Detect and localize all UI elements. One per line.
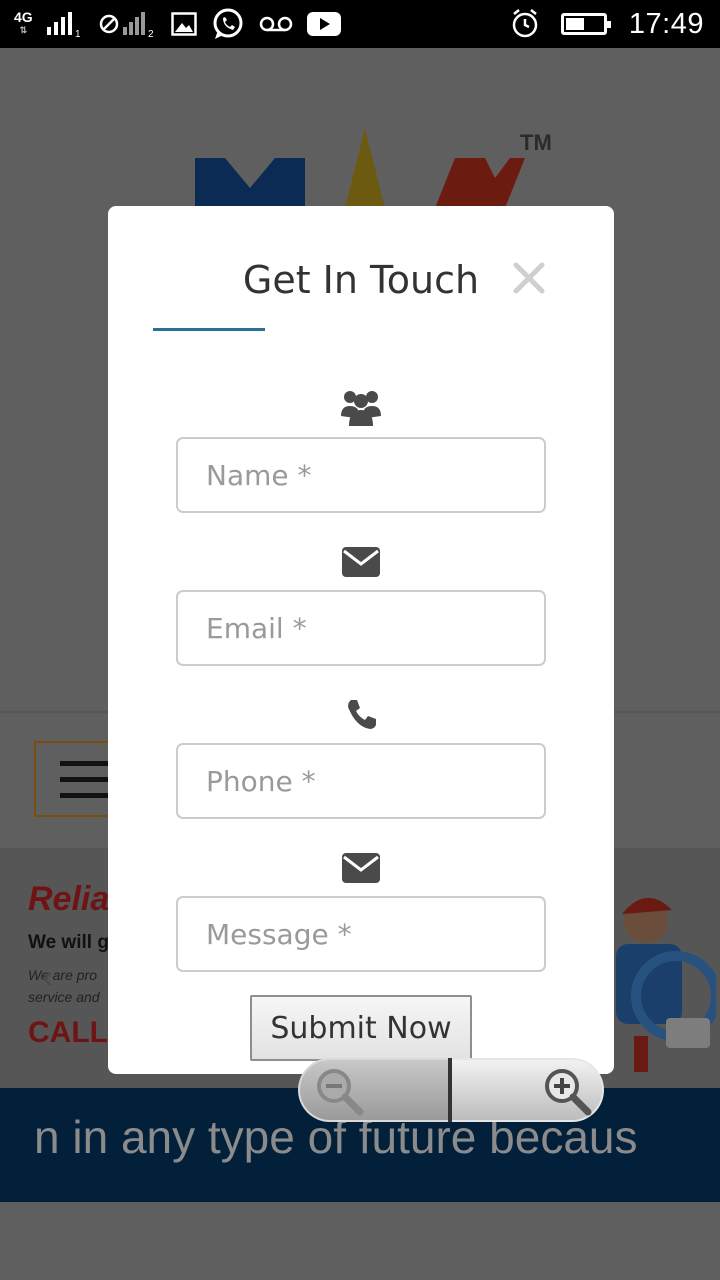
email-field[interactable]	[176, 590, 546, 666]
message-field[interactable]	[176, 896, 546, 972]
signal-sim2-icon: 2	[99, 12, 154, 37]
youtube-icon	[306, 12, 341, 36]
phone-icon	[348, 700, 376, 729]
svg-text:2: 2	[148, 29, 154, 37]
message-field-icon-wrap	[108, 853, 614, 883]
envelope-icon	[342, 547, 380, 577]
carousel-prev-icon[interactable]: ‹	[42, 958, 53, 997]
svg-text:1: 1	[75, 29, 81, 37]
menu-bar	[60, 761, 110, 766]
zoom-controls	[298, 1058, 604, 1122]
network-label: 4G	[14, 9, 33, 25]
alarm-icon	[512, 9, 538, 38]
phone-field[interactable]	[176, 743, 546, 819]
banner-description: We are pro service and	[28, 964, 100, 1008]
banner-line-2: We are pro	[28, 967, 97, 983]
title-underline	[153, 328, 265, 331]
submit-button[interactable]: Submit Now	[250, 995, 472, 1061]
status-time: 17:49	[628, 7, 704, 40]
banner-title: Relia	[28, 880, 110, 918]
voicemail-icon	[259, 16, 292, 32]
whatsapp-icon	[213, 8, 243, 39]
hamburger-menu-button[interactable]	[34, 741, 114, 817]
email-field-icon-wrap	[108, 547, 614, 577]
name-field[interactable]	[176, 437, 546, 513]
gallery-icon	[170, 12, 197, 36]
network-type: 4G ⇅	[14, 9, 33, 37]
data-arrows-icon: ⇅	[19, 25, 28, 35]
phone-field-icon-wrap	[108, 698, 614, 730]
status-bar: 4G ⇅ 1 2 17:49	[0, 0, 720, 48]
status-bar-left: 4G ⇅ 1 2	[14, 6, 341, 42]
banner-line-3: service and	[28, 989, 100, 1005]
close-icon[interactable]	[512, 261, 546, 295]
logo-trademark: TM	[520, 130, 552, 155]
menu-bar	[60, 793, 110, 798]
zoom-in-icon	[545, 1069, 592, 1116]
menu-bar	[60, 777, 110, 782]
contact-modal: Get In Touch Sub	[108, 206, 614, 1074]
technician-mascot-image	[616, 897, 716, 1072]
zoom-out-icon	[317, 1069, 364, 1116]
group-icon	[341, 391, 381, 426]
battery-icon	[560, 13, 611, 35]
envelope-icon	[342, 853, 380, 883]
signal-sim1-icon: 1	[46, 12, 81, 37]
zoom-in-button[interactable]	[452, 1058, 604, 1122]
brand-logo	[195, 128, 525, 208]
status-bar-right: 17:49	[511, 6, 704, 42]
zoom-out-button[interactable]	[298, 1058, 448, 1122]
name-field-icon-wrap	[108, 388, 614, 426]
banner-line-1: We will g	[28, 932, 109, 953]
